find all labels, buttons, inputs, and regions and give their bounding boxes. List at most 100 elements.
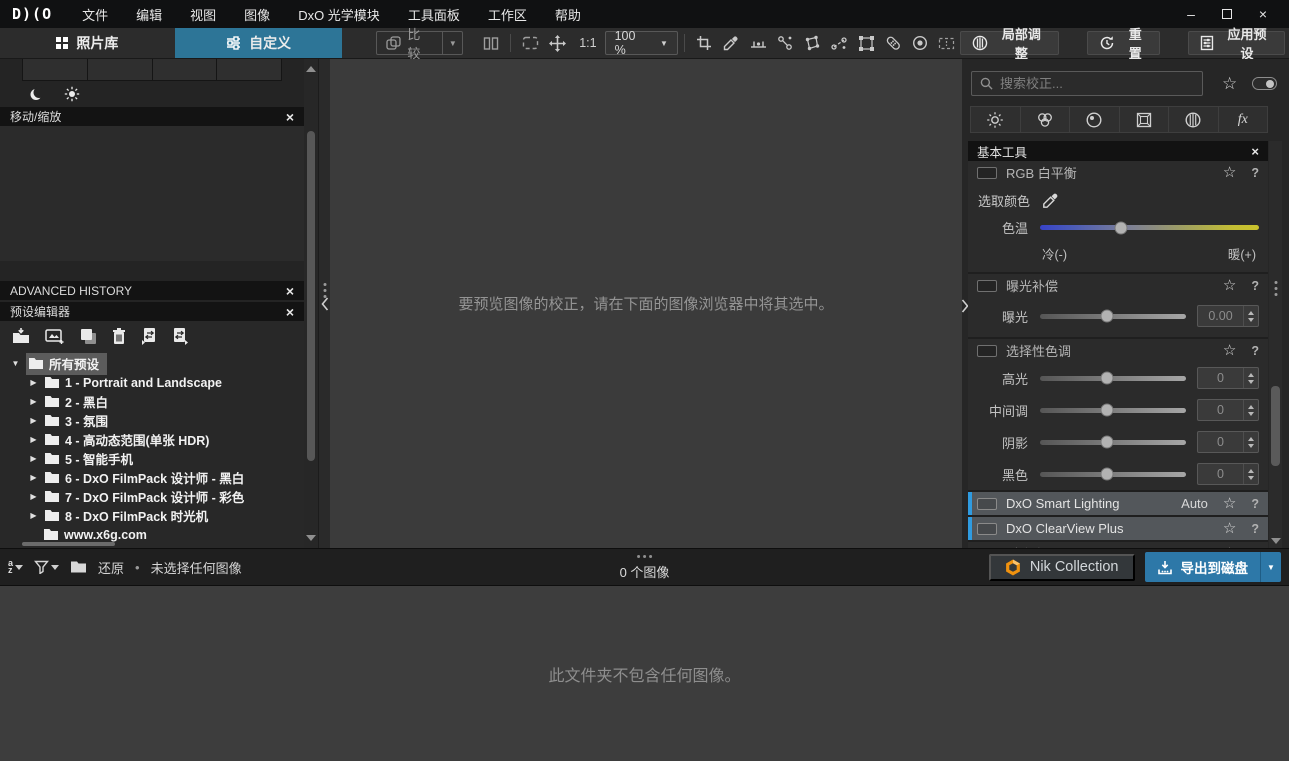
reset-button[interactable]: 重置 [1087,27,1161,61]
stepper-up-icon[interactable] [1248,310,1254,315]
value-stepper[interactable] [1243,464,1258,484]
tree-row-preset[interactable]: ▶ 3 - 氛围 [0,411,304,430]
sort-dropdown[interactable]: az [8,559,24,575]
tree-collapsed-icon[interactable]: ▶ [28,435,39,444]
crop-tool-button[interactable] [691,31,718,55]
tree-row-preset[interactable]: ▶ 6 - DxO FilmPack 设计师 - 黑白 [0,468,304,487]
search-box[interactable] [971,71,1203,96]
tab-detail[interactable] [1069,106,1120,133]
tree-row-all-presets[interactable]: ▼ 所有预设 [0,352,304,375]
grid-tool-button[interactable] [853,31,880,55]
menu-workspace[interactable]: 工作区 [474,0,541,28]
tab-local-adjustments[interactable] [1168,106,1219,133]
enable-checkbox[interactable] [977,522,997,535]
rgb-white-balance-header[interactable]: RGB 白平衡 ☆ ? [968,161,1268,184]
right-panel-scrollbar[interactable] [1269,141,1282,548]
export-options-dropdown[interactable]: ▼ [1260,552,1281,582]
scroll-down-arrow[interactable] [306,535,316,541]
tree-row-preset[interactable]: ▶ 4 - 高动态范围(单张 HDR) [0,430,304,449]
temperature-slider[interactable] [1040,221,1259,234]
enable-checkbox[interactable] [977,279,997,292]
horizontal-scrollbar-thumb[interactable] [22,542,115,546]
menu-file[interactable]: 文件 [68,0,122,28]
highlights-value-box[interactable]: 0 [1197,367,1259,389]
tree-collapsed-icon[interactable]: ▶ [28,416,39,425]
control-line-tool-button[interactable] [826,31,853,55]
filter-dropdown[interactable] [34,560,60,574]
minimize-button[interactable]: – [1173,0,1209,28]
repair-tool-button[interactable] [880,31,907,55]
tree-collapsed-icon[interactable]: ▶ [28,511,39,520]
tab-color[interactable] [1019,106,1070,133]
exposure-compensation-header[interactable]: 曝光补偿 ☆ ? [968,274,1268,297]
tree-row-preset[interactable]: ▶ 5 - 智能手机 [0,449,304,468]
menu-palettes[interactable]: 工具面板 [394,0,474,28]
shadows-value-box[interactable]: 0 [1197,431,1259,453]
help-icon[interactable]: ? [1251,166,1259,180]
enable-checkbox[interactable] [977,344,997,357]
help-icon[interactable]: ? [1251,279,1259,293]
close-icon[interactable]: × [286,305,294,319]
nik-collection-button[interactable]: Nik Collection [988,553,1135,581]
favorite-star-icon[interactable]: ☆ [1223,343,1236,358]
help-icon[interactable]: ? [1251,522,1259,536]
tree-collapsed-icon[interactable]: ▶ [28,492,39,501]
menu-help[interactable]: 帮助 [541,0,595,28]
slider-handle[interactable] [1114,221,1128,234]
folder-icon[interactable] [70,560,87,574]
value-stepper[interactable] [1243,306,1258,326]
enable-checkbox[interactable] [977,497,997,510]
local-adjustments-button[interactable]: 局部调整 [960,27,1060,61]
enable-checkbox[interactable] [977,166,997,179]
tree-collapsed-icon[interactable]: ▶ [28,473,39,482]
active-corrections-toggle[interactable] [1252,77,1278,90]
tab-effects-fx[interactable]: fx [1217,106,1268,133]
value-stepper[interactable] [1243,400,1258,420]
shadows-slider[interactable] [1040,435,1186,449]
highlight-clipping-icon[interactable] [64,86,80,102]
left-panel-splitter[interactable] [318,59,330,548]
import-preset-icon[interactable] [12,328,30,344]
menu-edit[interactable]: 编辑 [122,0,176,28]
help-icon[interactable]: ? [1251,497,1259,511]
duplicate-preset-icon[interactable] [80,328,97,345]
tab-geometry[interactable] [1118,106,1169,133]
slider-handle[interactable] [1100,309,1114,323]
filmstrip-grip-icon[interactable] [643,555,646,558]
menu-optics-modules[interactable]: DxO 光学模块 [284,0,394,28]
export-to-disk-button[interactable]: 导出到磁盘 [1144,552,1260,582]
scroll-down-arrow[interactable] [1270,538,1281,544]
tab-customize[interactable]: 自定义 [174,28,343,58]
tree-collapsed-icon[interactable]: ▶ [28,397,39,406]
collapse-left-panel-chevron[interactable] [321,297,329,311]
exposure-slider[interactable] [1040,309,1186,323]
control-polygon-tool-button[interactable] [799,31,826,55]
shadow-clipping-icon[interactable] [29,86,44,102]
blacks-value-box[interactable]: 0 [1197,463,1259,485]
stepper-down-icon[interactable] [1248,317,1254,322]
red-eye-tool-button[interactable] [907,31,934,55]
exposure-value-box[interactable]: 0.00 [1197,305,1259,327]
value-stepper[interactable] [1243,368,1258,388]
zoom-1to1-button[interactable]: 1:1 [571,36,604,50]
close-icon[interactable]: × [1251,144,1259,159]
horizon-tool-button[interactable] [745,31,772,55]
pan-button[interactable] [544,31,571,55]
favorite-star-icon[interactable]: ☆ [1223,496,1236,511]
menu-image[interactable]: 图像 [230,0,284,28]
menu-view[interactable]: 视图 [176,0,230,28]
zoom-level-dropdown[interactable]: 100 % ▼ [604,29,678,57]
slider-handle[interactable] [1100,403,1114,417]
split-view-button[interactable] [477,31,504,55]
delete-preset-icon[interactable] [112,327,126,345]
rename-preset-icon[interactable] [172,327,188,345]
tree-row-preset[interactable]: ▶ 8 - DxO FilmPack 时光机 [0,506,304,525]
favorites-filter-star-icon[interactable]: ☆ [1222,75,1237,92]
clearview-plus-header[interactable]: DxO ClearView Plus ☆ ? [968,517,1268,540]
favorite-star-icon[interactable]: ☆ [1223,278,1236,293]
left-panel-scrollbar[interactable] [304,59,318,548]
compare-button[interactable]: 比较 [377,27,442,61]
scrollbar-thumb[interactable] [307,131,315,461]
smart-lighting-header[interactable]: DxO Smart Lighting Auto ☆ ? [968,492,1268,515]
fit-screen-button[interactable] [517,31,544,55]
